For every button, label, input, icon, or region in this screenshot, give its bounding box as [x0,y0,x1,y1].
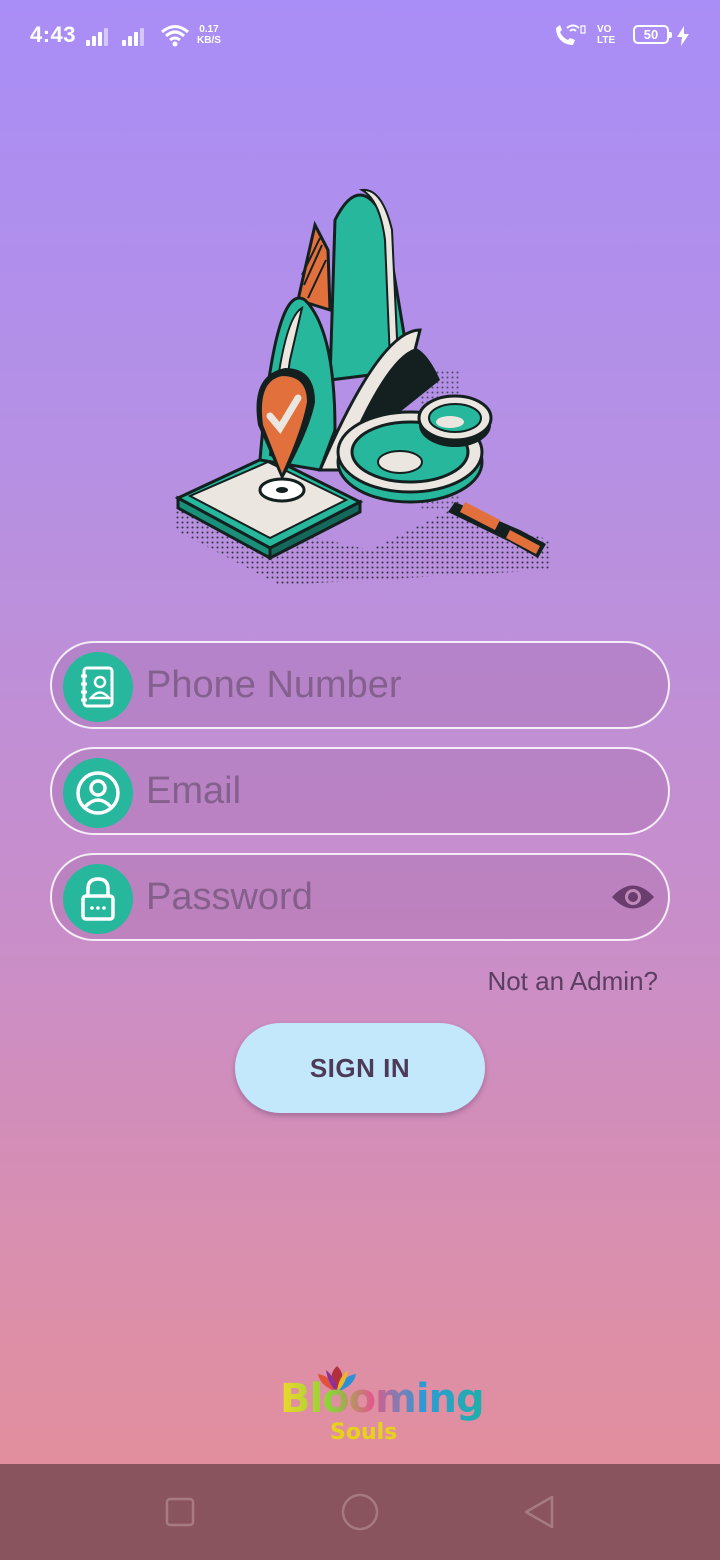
volte-bottom: LTE [597,35,616,46]
lock-icon [63,864,133,934]
phone-field[interactable] [50,641,670,729]
password-field[interactable] [50,853,670,941]
logo-sub-text: Souls [330,1420,398,1445]
password-input[interactable] [146,855,596,939]
sign-in-button[interactable]: SIGN IN [235,1023,485,1113]
volte-top: VO [597,24,612,35]
email-field[interactable] [50,747,670,835]
blooming-souls-logo: Blooming Souls [270,1360,485,1450]
charging-icon [677,26,689,46]
phone-input[interactable] [146,643,596,727]
net-speed-unit: KB/S [197,35,221,46]
logo-main-text: Blooming [280,1376,485,1422]
contact-book-icon [63,652,133,722]
eye-icon[interactable] [610,877,656,917]
square-icon[interactable] [160,1492,200,1532]
status-bar: 4:43 0.17 KB/S VO LTE 50 [0,0,720,72]
not-an-admin-link[interactable]: Not an Admin? [487,966,658,997]
circle-icon[interactable] [340,1492,380,1532]
wifi-call-icon [556,24,586,45]
net-speed-value: 0.17 [199,24,219,35]
signal-icon [86,26,114,46]
triangle-back-icon[interactable] [520,1492,560,1532]
net-speed: 0.17 KB/S [197,24,221,46]
user-circle-icon [63,758,133,828]
signal-icon-2 [122,26,150,46]
location-search-illustration [174,188,550,585]
battery-icon: 50 [633,25,672,44]
navigation-bar [0,1464,720,1560]
status-time: 4:43 [30,22,77,47]
wifi-icon [161,25,189,47]
email-input[interactable] [146,749,596,833]
volte-indicator: VO LTE [597,24,615,46]
